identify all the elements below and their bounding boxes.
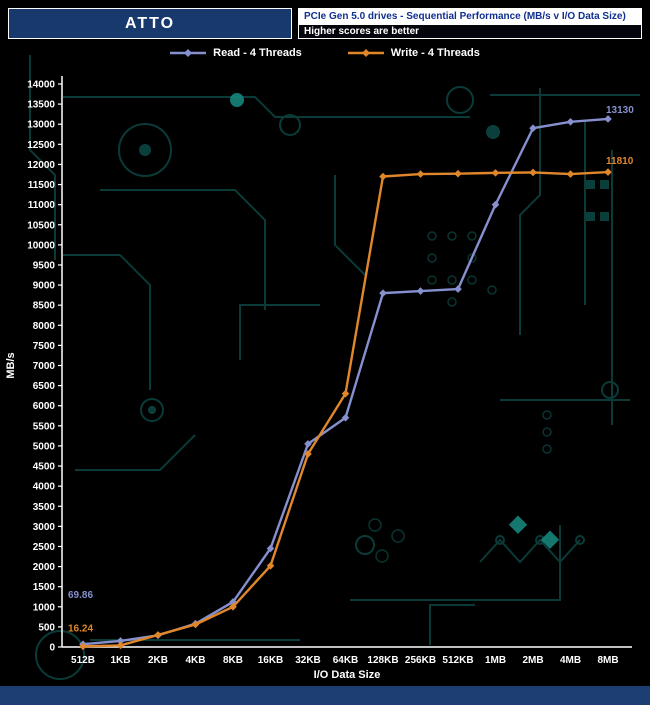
- chart-legend: Read - 4 Threads Write - 4 Threads: [0, 47, 650, 59]
- value-annotation: 13130: [606, 105, 634, 116]
- y-tick-label: 13500: [27, 100, 55, 111]
- x-tick-label: 32KB: [295, 655, 321, 666]
- y-tick-label: 4000: [33, 482, 56, 493]
- read-data-marker: [416, 287, 425, 295]
- y-tick-label: 4500: [33, 462, 56, 473]
- legend-item-read: Read - 4 Threads: [170, 47, 302, 59]
- read-data-marker: [491, 200, 500, 209]
- y-tick-label: 14000: [27, 80, 55, 91]
- y-tick-label: 1500: [33, 582, 56, 593]
- y-tick-label: 10500: [27, 220, 55, 231]
- y-tick-label: 3000: [33, 522, 56, 533]
- read-data-marker: [379, 289, 387, 297]
- write-data-marker: [566, 170, 575, 178]
- y-tick-label: 6500: [33, 381, 56, 392]
- write-series-marker-icon: [347, 49, 384, 57]
- x-tick-label: 1KB: [110, 655, 130, 666]
- y-tick-label: 11500: [28, 180, 56, 191]
- x-axis-title: I/O Data Size: [314, 669, 381, 681]
- read-data-marker: [604, 115, 612, 123]
- y-tick-label: 8000: [33, 321, 56, 332]
- write-data-marker: [416, 170, 425, 178]
- legend-item-write: Write - 4 Threads: [347, 47, 480, 59]
- legend-label-write: Write - 4 Threads: [390, 47, 480, 59]
- y-tick-label: 12000: [27, 160, 55, 171]
- header-bar: ATTO PCIe Gen 5.0 drives - Sequential Pe…: [8, 8, 642, 39]
- value-annotation: 69.86: [68, 590, 93, 601]
- x-tick-label: 64KB: [333, 655, 359, 666]
- read-series-line: [82, 117, 609, 646]
- y-tick-label: 10000: [27, 240, 55, 251]
- y-tick-label: 8500: [33, 301, 56, 312]
- y-tick-label: 7000: [33, 361, 56, 372]
- brand-label: ATTO: [124, 14, 176, 32]
- footer-bar: [0, 686, 650, 705]
- write-data-marker: [379, 172, 387, 181]
- performance-line-chart: 0 500 1000 1500 2000 2500 3000 3500 4000 4500 5000…: [5, 76, 634, 681]
- x-tick-label: 512B: [71, 655, 95, 666]
- x-tick-label: 8KB: [223, 655, 243, 666]
- y-tick-label: 2000: [33, 562, 56, 573]
- y-tick-label: 0: [49, 643, 55, 654]
- write-data-marker: [154, 631, 162, 639]
- y-tick-label: 9500: [33, 260, 56, 271]
- x-tick-label: 2MB: [522, 655, 543, 666]
- x-tick-label: 16KB: [258, 655, 284, 666]
- x-tick-label: 8MB: [597, 655, 618, 666]
- read-data-marker: [454, 285, 462, 293]
- write-data-marker: [116, 641, 125, 650]
- x-tick-label: 512KB: [442, 655, 473, 666]
- value-annotation: 16.24: [68, 623, 93, 634]
- y-tick-label: 500: [38, 622, 55, 633]
- write-data-marker: [491, 169, 500, 177]
- legend-label-read: Read - 4 Threads: [213, 47, 302, 59]
- chart-subtitle: Higher scores are better: [298, 25, 642, 39]
- write-data-marker: [454, 169, 462, 178]
- x-tick-label: 128KB: [367, 655, 398, 666]
- write-data-marker: [529, 168, 537, 177]
- y-tick-label: 11000: [28, 200, 56, 211]
- y-tick-label: 5000: [33, 441, 56, 452]
- x-tick-label: 2KB: [148, 655, 168, 666]
- write-series-line: [82, 170, 609, 648]
- y-tick-label: 5500: [33, 421, 56, 432]
- value-annotation: 11810: [606, 156, 634, 167]
- y-tick-label: 12500: [27, 140, 55, 151]
- chart-title: PCIe Gen 5.0 drives - Sequential Perform…: [298, 8, 642, 25]
- read-data-marker: [566, 118, 575, 126]
- y-tick-label: 9000: [33, 281, 56, 292]
- x-tick-label: 256KB: [405, 655, 436, 666]
- x-tick-label: 4KB: [185, 655, 205, 666]
- y-tick-label: 7500: [33, 341, 56, 352]
- y-tick-label: 1000: [33, 602, 56, 613]
- y-tick-label: 3500: [33, 502, 56, 513]
- read-series-marker-icon: [170, 49, 207, 57]
- y-tick-label: 2500: [33, 542, 56, 553]
- x-tick-label: 1MB: [485, 655, 506, 666]
- x-tick-label: 4MB: [560, 655, 581, 666]
- y-tick-label: 6000: [33, 401, 56, 412]
- y-axis-title: MB/s: [5, 352, 17, 378]
- brand-box: ATTO: [8, 8, 292, 39]
- read-data-marker: [529, 124, 537, 133]
- title-block: PCIe Gen 5.0 drives - Sequential Perform…: [298, 8, 642, 39]
- y-tick-label: 13000: [27, 120, 55, 131]
- write-data-marker: [604, 168, 612, 176]
